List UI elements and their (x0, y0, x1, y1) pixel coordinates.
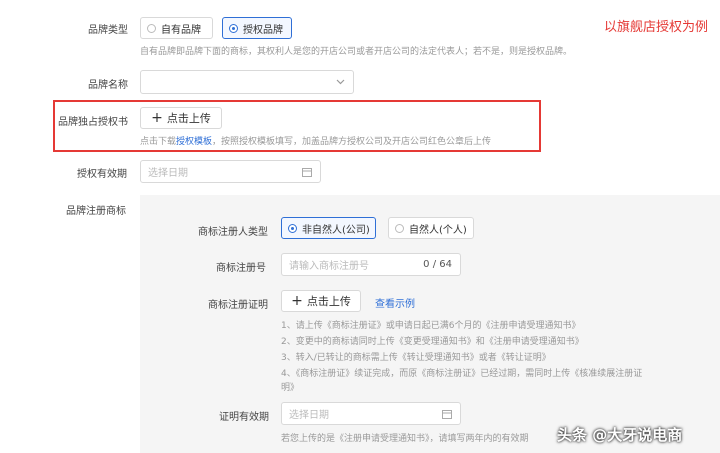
calendar-icon (302, 168, 312, 177)
certificate-note: 2、变更中的商标请同时上传《变更受理通知书》和《注册申请受理通知书》 (281, 337, 584, 347)
cert-validity-label: 证明有效期 (219, 412, 269, 423)
view-example-link[interactable]: 查看示例 (375, 295, 415, 310)
radio-dot-selected-icon (229, 23, 238, 33)
certificate-note: 1、请上传《商标注册证》或申请日起已满6个月的《注册申请受理通知书》 (281, 321, 581, 331)
exclusive-auth-label: 品牌独占授权书 (58, 117, 128, 128)
radio-licensed-brand[interactable]: 授权品牌 (222, 17, 292, 39)
watermark: 头条 @大牙说电商 (557, 426, 683, 444)
radio-natural-label: 自然人(个人) (409, 224, 467, 236)
brand-type-hint: 自有品牌即品牌下面的商标，其权利人是您的开店公司或者开店公司的法定代表人；若不是… (140, 47, 573, 57)
reg-number-counter: 0 / 64 (423, 259, 452, 270)
calendar-icon (442, 410, 452, 419)
cert-validity-placeholder: 选择日期 (289, 410, 329, 421)
auth-validity-placeholder: 选择日期 (148, 168, 188, 179)
radio-licensed-brand-label: 授权品牌 (243, 24, 283, 36)
radio-dot-icon (147, 23, 156, 33)
certificate-note: 3、转入/已转让的商标需上传《转让受理通知书》或者《转让证明》 (281, 353, 551, 363)
certificate-note: 4、《商标注册证》续证完成，而原《商标注册证》已经过期，需同时上传《核准续展注册… (281, 369, 643, 379)
radio-non-natural-label: 非自然人(公司) (302, 224, 370, 236)
trademark-label: 品牌注册商标 (66, 206, 126, 217)
radio-own-brand[interactable]: 自有品牌 (140, 17, 213, 39)
brand-name-label: 品牌名称 (88, 80, 128, 91)
reg-number-label: 商标注册号 (216, 263, 266, 274)
exclusive-auth-hint: 点击下载授权模板，按照授权模板填写，加盖品牌方授权公司及开店公司红色公章后上传 (140, 134, 491, 147)
certificate-label: 商标注册证明 (208, 300, 268, 311)
reg-number-placeholder: 请输入商标注册号 (289, 261, 369, 272)
plus-icon: + (151, 110, 163, 126)
chevron-down-icon (336, 79, 345, 85)
hint-prefix: 点击下载 (140, 137, 177, 147)
hint-suffix: ，按照授权模板填写，加盖品牌方授权公司及开店公司红色公章后上传 (212, 137, 492, 147)
brand-name-select[interactable] (140, 70, 354, 94)
radio-dot-icon (395, 223, 404, 233)
plus-icon: + (291, 293, 303, 309)
certificate-note: 明》 (281, 383, 300, 393)
radio-dot-selected-icon (288, 223, 297, 233)
cert-validity-hint: 若您上传的是《注册申请受理通知书》，请填写两年内的有效期 (281, 434, 529, 444)
cert-validity-date-picker[interactable]: 选择日期 (281, 402, 461, 425)
reg-number-input[interactable]: 请输入商标注册号 0 / 64 (281, 253, 461, 276)
certificate-upload-button[interactable]: + 点击上传 (281, 290, 361, 312)
radio-own-brand-label: 自有品牌 (161, 24, 201, 36)
example-annotation: 以旗舰店授权为例 (604, 20, 709, 35)
auth-validity-label: 授权有效期 (77, 169, 127, 180)
upload-button-label: 点击上传 (306, 295, 351, 308)
registrant-type-label: 商标注册人类型 (198, 227, 268, 238)
radio-natural-person[interactable]: 自然人(个人) (388, 217, 474, 239)
exclusive-auth-upload-button[interactable]: + 点击上传 (140, 107, 222, 129)
brand-type-label: 品牌类型 (88, 25, 128, 36)
download-template-link[interactable]: 授权模板 (176, 137, 212, 147)
upload-button-label: 点击上传 (166, 112, 211, 125)
auth-validity-date-picker[interactable]: 选择日期 (140, 160, 321, 183)
radio-non-natural-person[interactable]: 非自然人(公司) (281, 217, 376, 239)
